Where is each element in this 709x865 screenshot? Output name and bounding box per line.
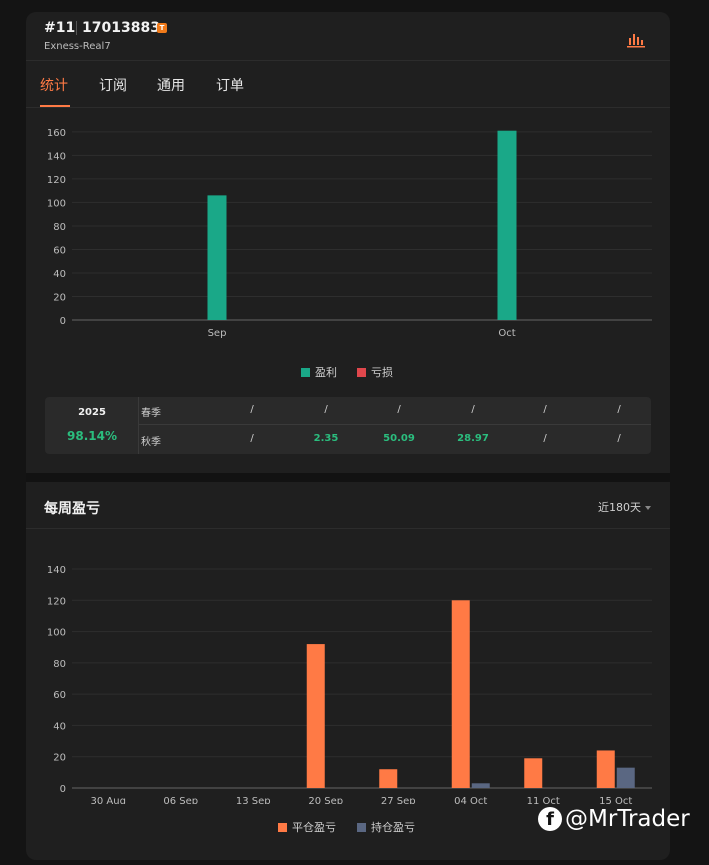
season-value: / [250,433,254,444]
y-tick-label: 80 [53,659,66,670]
season-value: / [543,433,547,444]
weekly-title: 每周盈亏 [44,501,100,517]
account-card: #11 17013883 T Exness-Real7 统计 订阅 通用 订单 … [26,12,670,860]
x-tick-label: 11 Oct [527,796,560,804]
account-number: 17013883 [82,20,160,36]
legend-loss[interactable]: 亏损 [357,364,393,380]
season-table: 2025 98.14% 春季 / / / / / / 秋季 / 2.35 50.… [45,397,651,454]
season-value: / [324,404,328,415]
tab-orders[interactable]: 订单 [216,75,244,95]
year-cell: 2025 98.14% [45,397,139,454]
tab-statistics[interactable]: 统计 [40,75,68,95]
y-tick-label: 100 [47,628,66,639]
bar-盈利 [207,195,227,320]
bar-chart-icon[interactable] [626,29,646,49]
season-value: / [617,404,621,415]
season-name: 秋季 [141,437,161,448]
y-tick-label: 60 [53,690,66,701]
season-name: 春季 [141,408,161,419]
y-tick-label: 0 [60,784,66,795]
x-tick-label: 13 Sep [236,796,271,804]
section-divider [26,473,670,482]
account-header: #11 17013883 T Exness-Real7 [26,12,670,61]
header-divider [76,21,77,35]
bar-平仓盈亏 [306,644,325,788]
legend-swatch-profit [301,367,310,377]
legend-closed-label: 平仓盈亏 [292,821,336,834]
legend-open-label: 持仓盈亏 [371,821,415,834]
legend-open-pnl[interactable]: 持仓盈亏 [357,819,415,835]
legend-closed-pnl[interactable]: 平仓盈亏 [278,819,336,835]
y-tick-label: 40 [53,721,66,732]
season-value: 2.35 [313,433,339,444]
x-tick-label: 04 Oct [454,796,487,804]
legend-swatch-loss [357,367,366,377]
tab-general[interactable]: 通用 [157,75,185,95]
season-value: / [617,433,621,444]
legend-swatch-open [357,822,366,832]
x-tick-label: Oct [498,328,515,339]
bar-持仓盈亏 [471,783,490,788]
y-tick-label: 100 [47,198,66,209]
y-tick-label: 160 [47,128,66,139]
server-name: Exness-Real7 [44,41,111,52]
x-tick-label: 20 Sep [308,796,343,804]
y-tick-label: 120 [47,596,66,607]
season-value: / [471,404,475,415]
weekly-pnl-chart: 0 20 40 60 80 100 120 140 30 Aug 06 Sep 13 Sep 20 S… [47,565,652,804]
y-tick-label: 60 [53,245,66,256]
rank-label: #11 [44,20,76,36]
y-tick-label: 0 [60,316,66,327]
bar-盈利 [497,130,517,320]
x-tick-label: Sep [208,328,227,339]
legend-loss-label: 亏损 [371,366,393,379]
range-label: 近180天 [598,501,641,514]
tab-bar: 统计 订阅 通用 订单 [26,61,670,108]
active-tab-indicator [40,105,70,107]
y-tick-label: 140 [47,565,66,576]
tab-subscribe[interactable]: 订阅 [99,75,127,95]
season-value: 50.09 [383,433,415,444]
x-tick-label: 27 Sep [381,796,416,804]
facebook-icon: f [538,807,562,831]
monthly-profit-chart: 0 20 40 60 80 100 120 140 160 Sep Oct [47,128,652,339]
year-label: 2025 [78,407,106,418]
y-tick-label: 20 [53,753,66,764]
bar-平仓盈亏 [524,758,543,788]
bar-持仓盈亏 [616,767,635,788]
x-tick-label: 15 Oct [599,796,632,804]
account-type-badge: T [157,23,167,33]
y-tick-label: 140 [47,151,66,162]
x-tick-label: 30 Aug [91,796,126,804]
y-tick-label: 40 [53,269,66,280]
monthly-legend: 盈利 亏损 [26,364,670,380]
x-tick-label: 06 Sep [163,796,198,804]
watermark: f @MrTrader [538,806,690,832]
legend-profit-label: 盈利 [315,366,337,379]
season-row-autumn: 秋季 / 2.35 50.09 28.97 / / [139,426,651,454]
range-dropdown[interactable]: 近180天 [598,499,651,515]
weekly-header: 每周盈亏 近180天 [26,482,670,529]
season-row-spring: 春季 / / / / / / [139,397,651,425]
bar-平仓盈亏 [379,769,398,788]
season-value: / [543,404,547,415]
legend-swatch-closed [278,822,287,832]
watermark-text: @MrTrader [565,806,690,832]
bar-平仓盈亏 [596,750,615,788]
year-return: 98.14% [67,429,117,443]
season-value: 28.97 [457,433,489,444]
bar-平仓盈亏 [451,600,470,788]
y-tick-label: 20 [53,292,66,303]
chevron-down-icon [645,506,651,510]
season-value: / [397,404,401,415]
season-value: / [250,404,254,415]
y-tick-label: 120 [47,175,66,186]
y-tick-label: 80 [53,222,66,233]
legend-profit[interactable]: 盈利 [301,364,337,380]
